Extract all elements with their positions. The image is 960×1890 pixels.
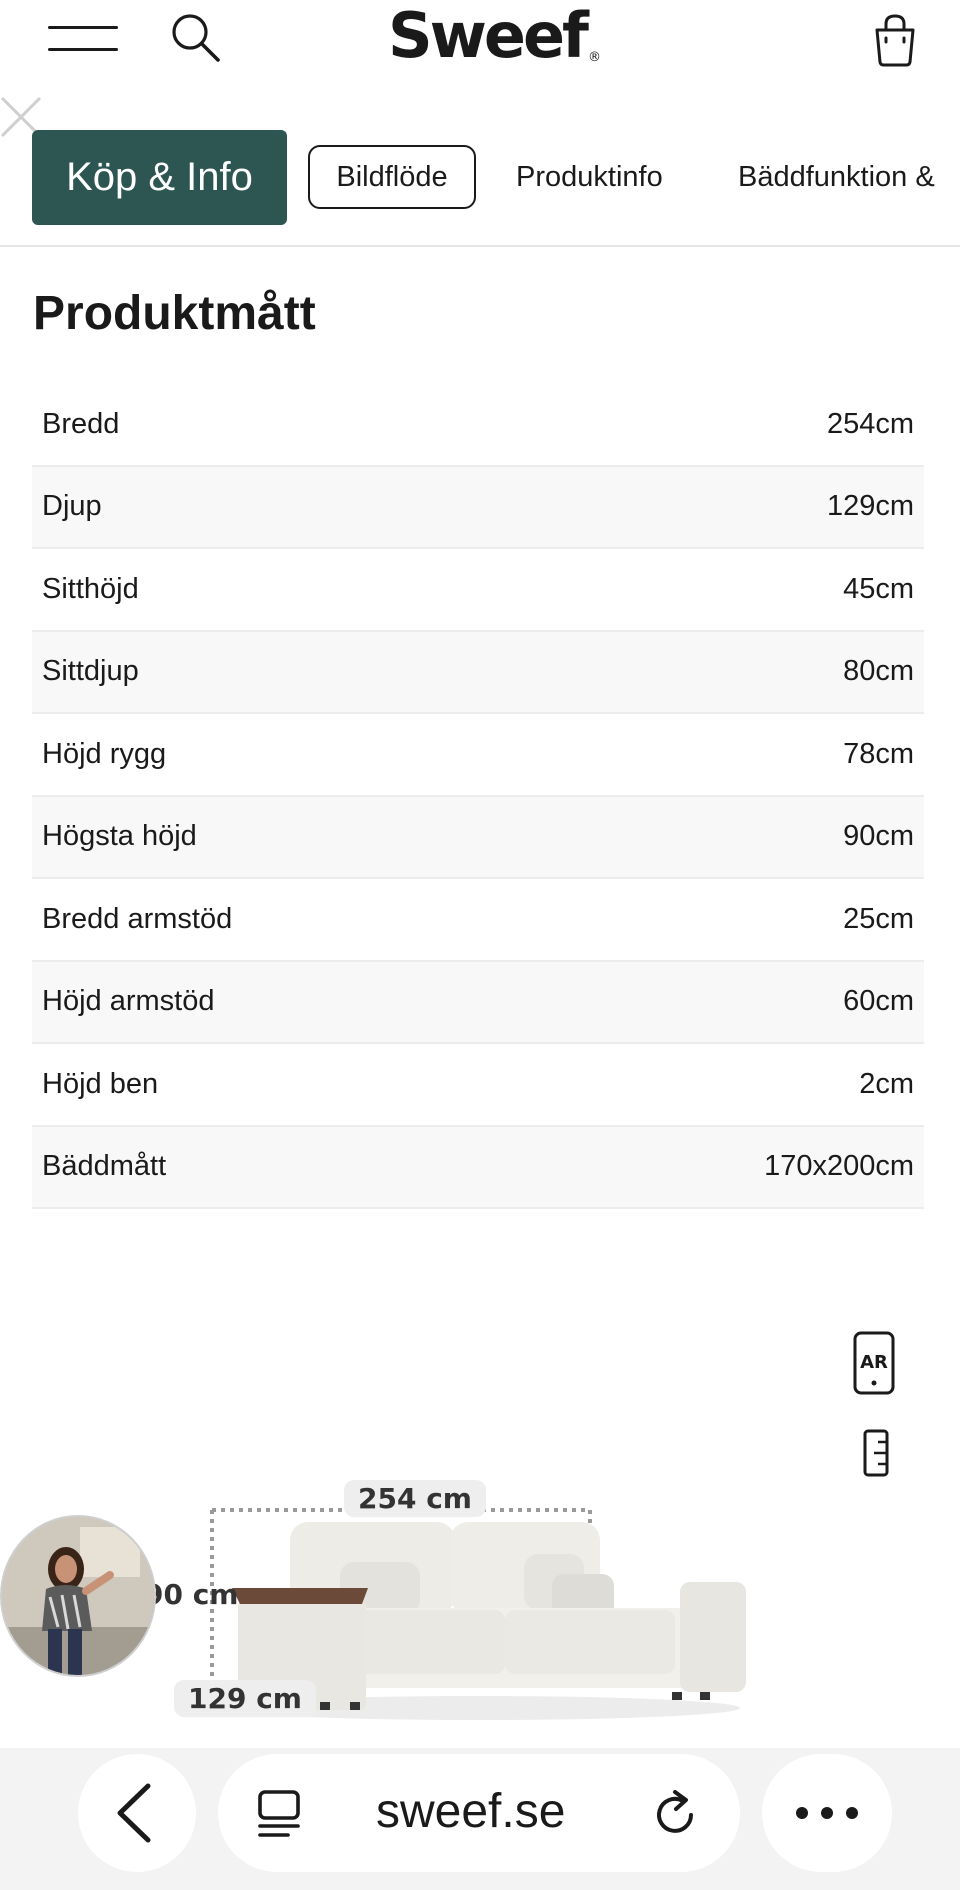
- reload-icon[interactable]: [648, 1788, 702, 1842]
- url-text: sweef.se: [376, 1785, 566, 1838]
- table-row: Bredd 254cm: [32, 384, 924, 467]
- spec-label: Höjd ben: [42, 1067, 159, 1100]
- site-header: Sweef ®: [0, 0, 960, 80]
- logo-text: Sweef: [388, 0, 589, 72]
- hamburger-menu-icon[interactable]: [48, 26, 118, 54]
- spec-value: 90cm: [843, 820, 914, 853]
- spec-value: 129cm: [826, 490, 914, 523]
- spec-value: 2cm: [859, 1067, 914, 1100]
- spec-value: 78cm: [843, 737, 914, 770]
- spec-label: Sitthöjd: [42, 572, 139, 605]
- product-dimensions-table: Bredd 254cm Djup 129cm Sitthöjd 45cm Sit…: [32, 384, 924, 1209]
- address-bar[interactable]: sweef.se: [218, 1754, 740, 1872]
- spec-label: Höjd rygg: [42, 737, 167, 770]
- search-icon[interactable]: [168, 10, 224, 66]
- spec-label: Djup: [42, 490, 102, 523]
- spec-label: Sittdjup: [42, 655, 139, 688]
- table-row: Sittdjup 80cm: [32, 631, 924, 714]
- spec-label: Bredd armstöd: [42, 902, 233, 935]
- tabs-divider: [0, 245, 960, 247]
- shopping-bag-icon[interactable]: [870, 12, 920, 68]
- spec-label: Bäddmått: [42, 1150, 167, 1183]
- table-row: Djup 129cm: [32, 466, 924, 549]
- tab-kop-info[interactable]: Köp & Info: [32, 130, 287, 225]
- spec-value: 60cm: [843, 985, 914, 1018]
- depth-dimension-label: 129 cm: [174, 1680, 316, 1717]
- page: Sweef ® Köp & Info Bildflöde Produktinfo …: [0, 0, 960, 1890]
- spec-value: 25cm: [843, 902, 914, 935]
- width-dimension-label: 254 cm: [344, 1480, 486, 1517]
- video-chat-avatar[interactable]: [0, 1515, 156, 1677]
- table-row: Höjd ben 2cm: [32, 1044, 924, 1127]
- section-title: Produktmått: [33, 287, 316, 340]
- table-row: Höjd rygg 78cm: [32, 714, 924, 797]
- ar-view-button[interactable]: AR: [852, 1330, 896, 1396]
- spec-value: 45cm: [843, 572, 914, 605]
- back-button[interactable]: [78, 1754, 196, 1872]
- tab-baddfunktion[interactable]: Bäddfunktion &: [738, 145, 935, 209]
- ar-label: AR: [860, 1352, 888, 1373]
- spec-label: Bredd: [42, 407, 120, 440]
- ruler-icon[interactable]: [862, 1428, 890, 1478]
- spec-label: Höjd armstöd: [42, 985, 215, 1018]
- tabs-icon[interactable]: [254, 1788, 306, 1840]
- table-row: Högsta höjd 90cm: [32, 796, 924, 879]
- sweef-logo[interactable]: Sweef ®: [388, 0, 608, 72]
- table-row: Höjd armstöd 60cm: [32, 961, 924, 1044]
- spec-value: 170x200cm: [764, 1150, 914, 1183]
- spec-value: 254cm: [826, 407, 914, 440]
- chevron-left-icon: [117, 1783, 151, 1843]
- table-row: Bredd armstöd 25cm: [32, 879, 924, 962]
- registered-mark: ®: [588, 50, 602, 65]
- spec-value: 80cm: [843, 655, 914, 688]
- spec-label: Högsta höjd: [42, 820, 197, 853]
- tab-produktinfo[interactable]: Produktinfo: [516, 145, 663, 209]
- browser-toolbar: sweef.se: [0, 1748, 960, 1890]
- section-tabs: Köp & Info Bildflöde Produktinfo Bäddfun…: [0, 128, 960, 228]
- more-options-button[interactable]: [762, 1754, 892, 1872]
- table-row: Sitthöjd 45cm: [32, 549, 924, 632]
- table-row: Bäddmått 170x200cm: [32, 1126, 924, 1209]
- tab-bildflode[interactable]: Bildflöde: [308, 145, 476, 209]
- ellipsis-icon: [796, 1807, 858, 1819]
